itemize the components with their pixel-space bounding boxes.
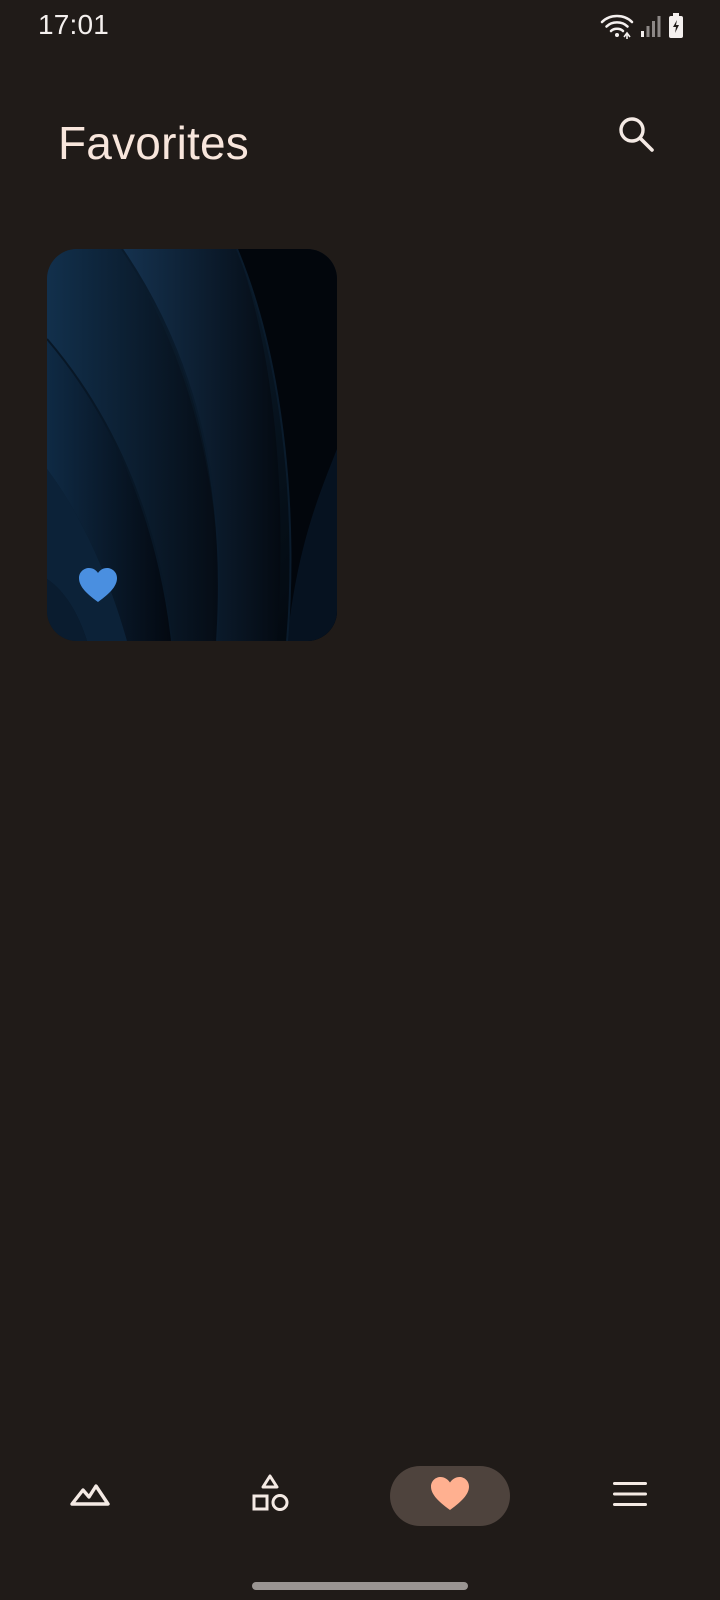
nav-favorites[interactable] (390, 1466, 510, 1526)
nav-wallpapers[interactable] (30, 1466, 150, 1526)
mountains-icon (70, 1480, 110, 1513)
status-time: 17:01 (38, 9, 110, 40)
favorite-heart-icon[interactable] (78, 566, 118, 606)
signal-icon (640, 14, 662, 38)
status-bar: 17:01 (0, 0, 720, 52)
wallpaper-card[interactable] (47, 249, 337, 641)
shapes-icon (250, 1474, 290, 1519)
heart-icon (430, 1476, 470, 1517)
nav-shapes[interactable] (210, 1466, 330, 1526)
menu-icon (612, 1481, 648, 1512)
status-icons (600, 12, 684, 40)
wifi-icon (600, 13, 634, 39)
battery-charging-icon (668, 13, 684, 39)
page-title: Favorites (58, 117, 249, 169)
search-icon (616, 114, 656, 159)
nav-menu[interactable] (570, 1466, 690, 1526)
favorites-screen: 17:01 Favorites (0, 0, 720, 1600)
gesture-handle[interactable] (252, 1582, 468, 1590)
bottom-navigation (0, 1460, 720, 1532)
search-button[interactable] (612, 112, 660, 160)
